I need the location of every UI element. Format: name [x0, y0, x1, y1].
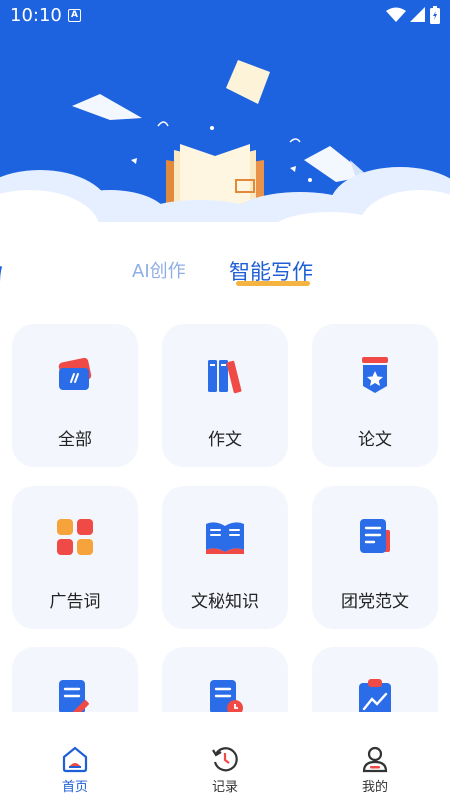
battery-icon	[430, 6, 440, 24]
nav-label: 记录	[211, 780, 238, 795]
card-label: 全部	[58, 430, 92, 450]
nav-records[interactable]: 记录	[150, 712, 300, 800]
card-item-9[interactable]	[312, 647, 438, 712]
signal-icon	[410, 7, 425, 22]
document-clock-icon	[210, 680, 243, 712]
category-grid: 全部 作文 论文 广告词 文秘知识 团党范文	[0, 0, 450, 712]
card-item-7[interactable]	[12, 647, 138, 712]
badge-star-icon	[362, 357, 388, 393]
nav-label: 首页	[61, 780, 88, 795]
clipboard-chart-icon	[359, 679, 391, 712]
wifi-icon	[386, 7, 406, 22]
status-bar: 10:10 A	[0, 0, 450, 34]
history-icon	[212, 747, 238, 772]
card-label: 广告词	[49, 592, 101, 612]
card-secretary[interactable]: 文秘知识	[162, 486, 288, 629]
card-slogan[interactable]: 广告词	[12, 486, 138, 629]
nav-home[interactable]: 首页	[0, 712, 150, 800]
card-label: 团党范文	[341, 592, 409, 612]
edit-document-icon	[59, 680, 89, 712]
card-label: 作文	[208, 430, 242, 450]
card-party-samples[interactable]: 团党范文	[312, 486, 438, 629]
a-icon: A	[68, 9, 81, 22]
cards-icon	[58, 357, 92, 390]
books-icon	[208, 360, 242, 394]
status-time: 10:10	[10, 5, 62, 26]
card-label: 论文	[358, 430, 392, 450]
nav-mine[interactable]: 我的	[300, 712, 450, 800]
card-thesis[interactable]: 论文	[312, 324, 438, 467]
document-icon	[360, 519, 390, 553]
status-icons	[386, 6, 440, 24]
user-icon	[362, 746, 388, 773]
nav-label: 我的	[361, 780, 388, 795]
card-item-8[interactable]	[162, 647, 288, 712]
card-essay[interactable]: 作文	[162, 324, 288, 467]
card-all[interactable]: 全部	[12, 324, 138, 467]
bottom-nav: 首页 记录 我的	[0, 712, 450, 800]
grid-blocks-icon	[57, 519, 93, 555]
home-icon	[62, 746, 88, 773]
card-label: 文秘知识	[191, 592, 259, 612]
open-book-icon	[206, 522, 244, 554]
